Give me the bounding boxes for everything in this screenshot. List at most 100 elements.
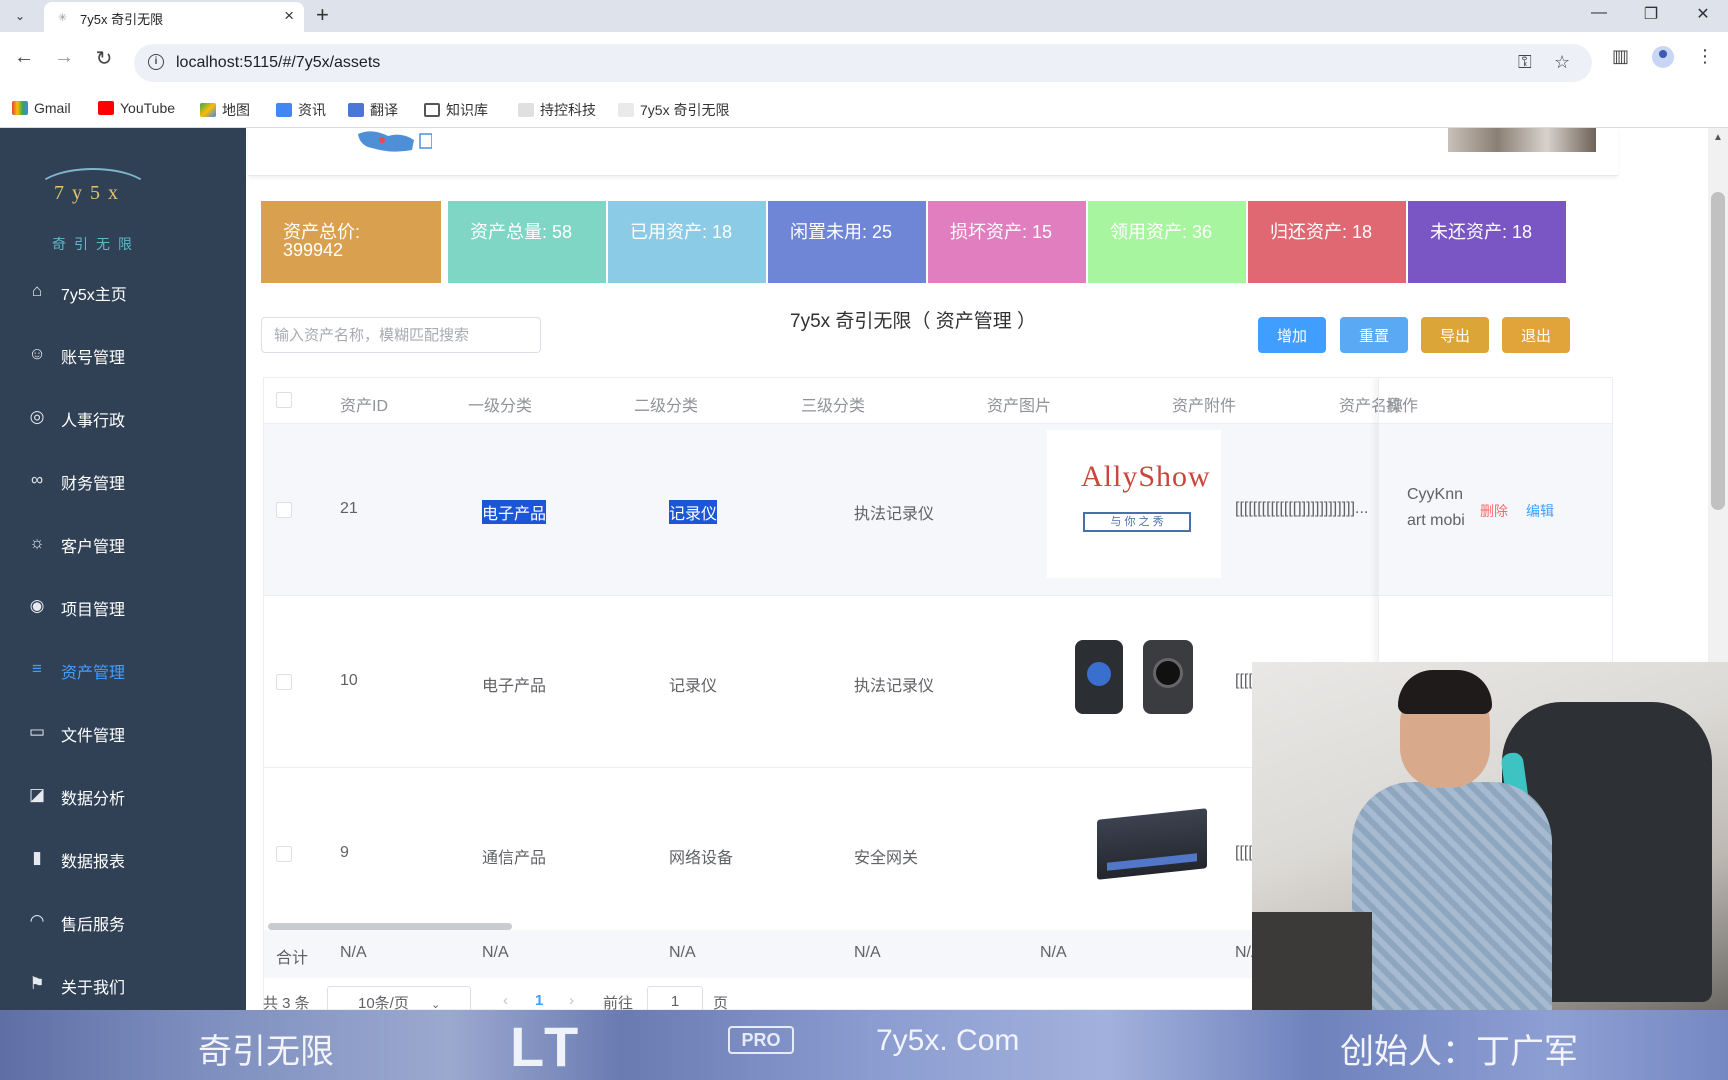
page-scrollbar-thumb[interactable] xyxy=(1711,192,1725,510)
page-size-select[interactable]: 10条/页 ⌄ xyxy=(327,986,471,1010)
horizontal-scrollbar[interactable] xyxy=(268,923,512,930)
sidebar-item[interactable]: ⚑ 关于我们 xyxy=(0,957,246,1013)
pager-next-icon[interactable]: › xyxy=(569,992,574,1009)
add-button[interactable]: 增加 xyxy=(1258,317,1326,353)
row-checkbox[interactable] xyxy=(276,502,292,518)
col-header-cat3[interactable]: 三级分类 xyxy=(801,392,865,416)
new-tab-icon[interactable]: + xyxy=(316,2,329,28)
sidebar-item[interactable]: ≡ 资产管理 xyxy=(0,642,246,698)
stat-label: 资产总量: 58 xyxy=(470,222,573,242)
sidebar-item[interactable]: ◎ 人事行政 xyxy=(0,390,246,446)
sidebar-item[interactable]: ◉ 项目管理 xyxy=(0,579,246,635)
bookmark-knowledge[interactable]: 知识库 xyxy=(424,100,488,120)
cell-id: 9 xyxy=(340,844,349,861)
select-all-checkbox[interactable] xyxy=(276,392,292,408)
header-photo xyxy=(1448,128,1596,152)
minimize-icon[interactable]: — xyxy=(1584,4,1614,22)
presenter-hair xyxy=(1398,670,1492,714)
logout-button[interactable]: 退出 xyxy=(1502,317,1570,353)
logo-subtitle: 奇引无限 xyxy=(52,236,140,252)
list-icon: ≡ xyxy=(32,659,42,678)
url-text[interactable]: localhost:5115/#/7y5x/assets xyxy=(176,54,380,72)
bookmark-7y5x[interactable]: 7y5x 奇引无限 xyxy=(618,100,729,120)
sidebar-item-label: 账号管理 xyxy=(61,350,126,367)
site-info-icon[interactable]: i xyxy=(148,54,164,70)
cell-cat2: 记录仪 xyxy=(669,678,718,695)
col-header-image[interactable]: 资产图片 xyxy=(987,392,1051,416)
forward-icon[interactable]: → xyxy=(50,46,78,69)
bookmark-maps[interactable]: 地图 xyxy=(200,100,250,120)
asset-image[interactable]: AllyShow 与 你 之 秀 xyxy=(1047,430,1221,578)
site-icon xyxy=(618,103,634,117)
bookmark-news[interactable]: 资讯 xyxy=(276,100,326,120)
sidebar-item[interactable]: ⌂ 7y5x主页 xyxy=(0,264,246,320)
star-icon[interactable]: ☆ xyxy=(1554,52,1570,73)
sidebar-item-label: 项目管理 xyxy=(61,602,126,619)
cell-cat3: 执法记录仪 xyxy=(854,506,935,523)
cell-id: 21 xyxy=(340,500,358,517)
pagination: 共 3 条 10条/页 ⌄ ‹ 1 › 前往 1 页 xyxy=(263,986,863,1010)
restore-icon[interactable]: ❐ xyxy=(1636,4,1666,24)
sidebar-item-label: 财务管理 xyxy=(61,476,126,493)
row-checkbox[interactable] xyxy=(276,674,292,690)
bookmark-chikong[interactable]: 持控科技 xyxy=(518,100,596,120)
cell-attachment[interactable]: [[[[ xyxy=(1235,672,1253,690)
bookmark-youtube[interactable]: YouTube xyxy=(98,100,175,116)
summary-cell: N/A xyxy=(340,944,367,961)
reload-icon[interactable]: ↻ xyxy=(90,46,118,71)
back-icon[interactable]: ← xyxy=(10,46,38,69)
window-close-icon[interactable]: ✕ xyxy=(1688,4,1718,24)
asset-image[interactable] xyxy=(1047,602,1221,750)
pager-goto-input[interactable]: 1 xyxy=(647,986,703,1010)
browser-tab[interactable]: ✳ 7y5x 奇引无限 × xyxy=(44,2,304,32)
line-chart-icon: ◪ xyxy=(28,785,46,804)
stat-card: 领用资产: 36 xyxy=(1088,201,1246,283)
cell-attachment[interactable]: [[[[[[[[[[[[[[]]]]]]]]]]]]]... xyxy=(1235,500,1368,518)
browser-tab-strip: ⌄ ✳ 7y5x 奇引无限 × + — ❐ ✕ xyxy=(0,0,1728,32)
sidebar-item[interactable]: ☺ 账号管理 xyxy=(0,327,246,383)
recorder-device-back xyxy=(1143,640,1193,714)
translate-icon xyxy=(348,103,364,117)
tab-close-icon[interactable]: × xyxy=(284,6,294,26)
sidebar-item[interactable]: ∞ 财务管理 xyxy=(0,453,246,509)
omnibox[interactable]: i localhost:5115/#/7y5x/assets ⚿ ☆ xyxy=(134,44,1592,82)
reset-button[interactable]: 重置 xyxy=(1340,317,1408,353)
sidebar-item-label: 文件管理 xyxy=(61,728,126,745)
sidebar-item[interactable]: ▮ 数据报表 xyxy=(0,831,246,887)
kebab-menu-icon[interactable]: ⋮ xyxy=(1696,46,1714,67)
cell-cat2: 记录仪 xyxy=(669,500,718,524)
col-header-cat1[interactable]: 一级分类 xyxy=(468,392,532,416)
col-header-cat2[interactable]: 二级分类 xyxy=(634,392,698,416)
col-header-attachment[interactable]: 资产附件 xyxy=(1172,392,1236,416)
cell-id: 10 xyxy=(340,672,358,689)
asset-image[interactable] xyxy=(1047,774,1221,922)
col-header-id[interactable]: 资产ID xyxy=(340,392,388,416)
sidebar-item-label: 7y5x主页 xyxy=(61,287,127,304)
row-checkbox[interactable] xyxy=(276,846,292,862)
circle-icon: ◎ xyxy=(29,407,45,426)
tab-search-chevron-icon[interactable]: ⌄ xyxy=(8,6,32,26)
desk-equipment xyxy=(1252,912,1372,1010)
sidebar-item[interactable]: ▭ 文件管理 xyxy=(0,705,246,761)
export-button[interactable]: 导出 xyxy=(1421,317,1489,353)
pager-current[interactable]: 1 xyxy=(535,992,543,1009)
search-input[interactable] xyxy=(261,317,541,353)
sidebar-item-label: 客户管理 xyxy=(61,539,126,556)
bookmark-translate[interactable]: 翻译 xyxy=(348,100,398,120)
scroll-up-icon[interactable]: ▲ xyxy=(1713,132,1723,143)
banner-right-text: 创始人：丁广军 xyxy=(1340,1033,1578,1071)
sidebar-item[interactable]: ◠ 售后服务 xyxy=(0,894,246,950)
sidebar-item[interactable]: ☼ 客户管理 xyxy=(0,516,246,572)
stat-card: 闲置未用: 25 xyxy=(768,201,926,283)
bookmark-gmail[interactable]: Gmail xyxy=(12,100,71,116)
cell-attachment[interactable]: [[[[ xyxy=(1235,844,1253,862)
sidebar-item[interactable]: ◪ 数据分析 xyxy=(0,768,246,824)
bar-chart-icon: ▮ xyxy=(32,848,42,867)
side-panel-icon[interactable]: ▥ xyxy=(1612,46,1629,67)
key-icon[interactable]: ⚿ xyxy=(1518,52,1532,73)
stat-card: 未还资产: 18 xyxy=(1408,201,1566,283)
sidebar-item-label: 关于我们 xyxy=(61,980,126,997)
pager-prev-icon[interactable]: ‹ xyxy=(503,992,508,1009)
profile-avatar[interactable] xyxy=(1652,46,1674,68)
address-toolbar: ← → ↻ i localhost:5115/#/7y5x/assets ⚿ ☆… xyxy=(0,32,1728,92)
